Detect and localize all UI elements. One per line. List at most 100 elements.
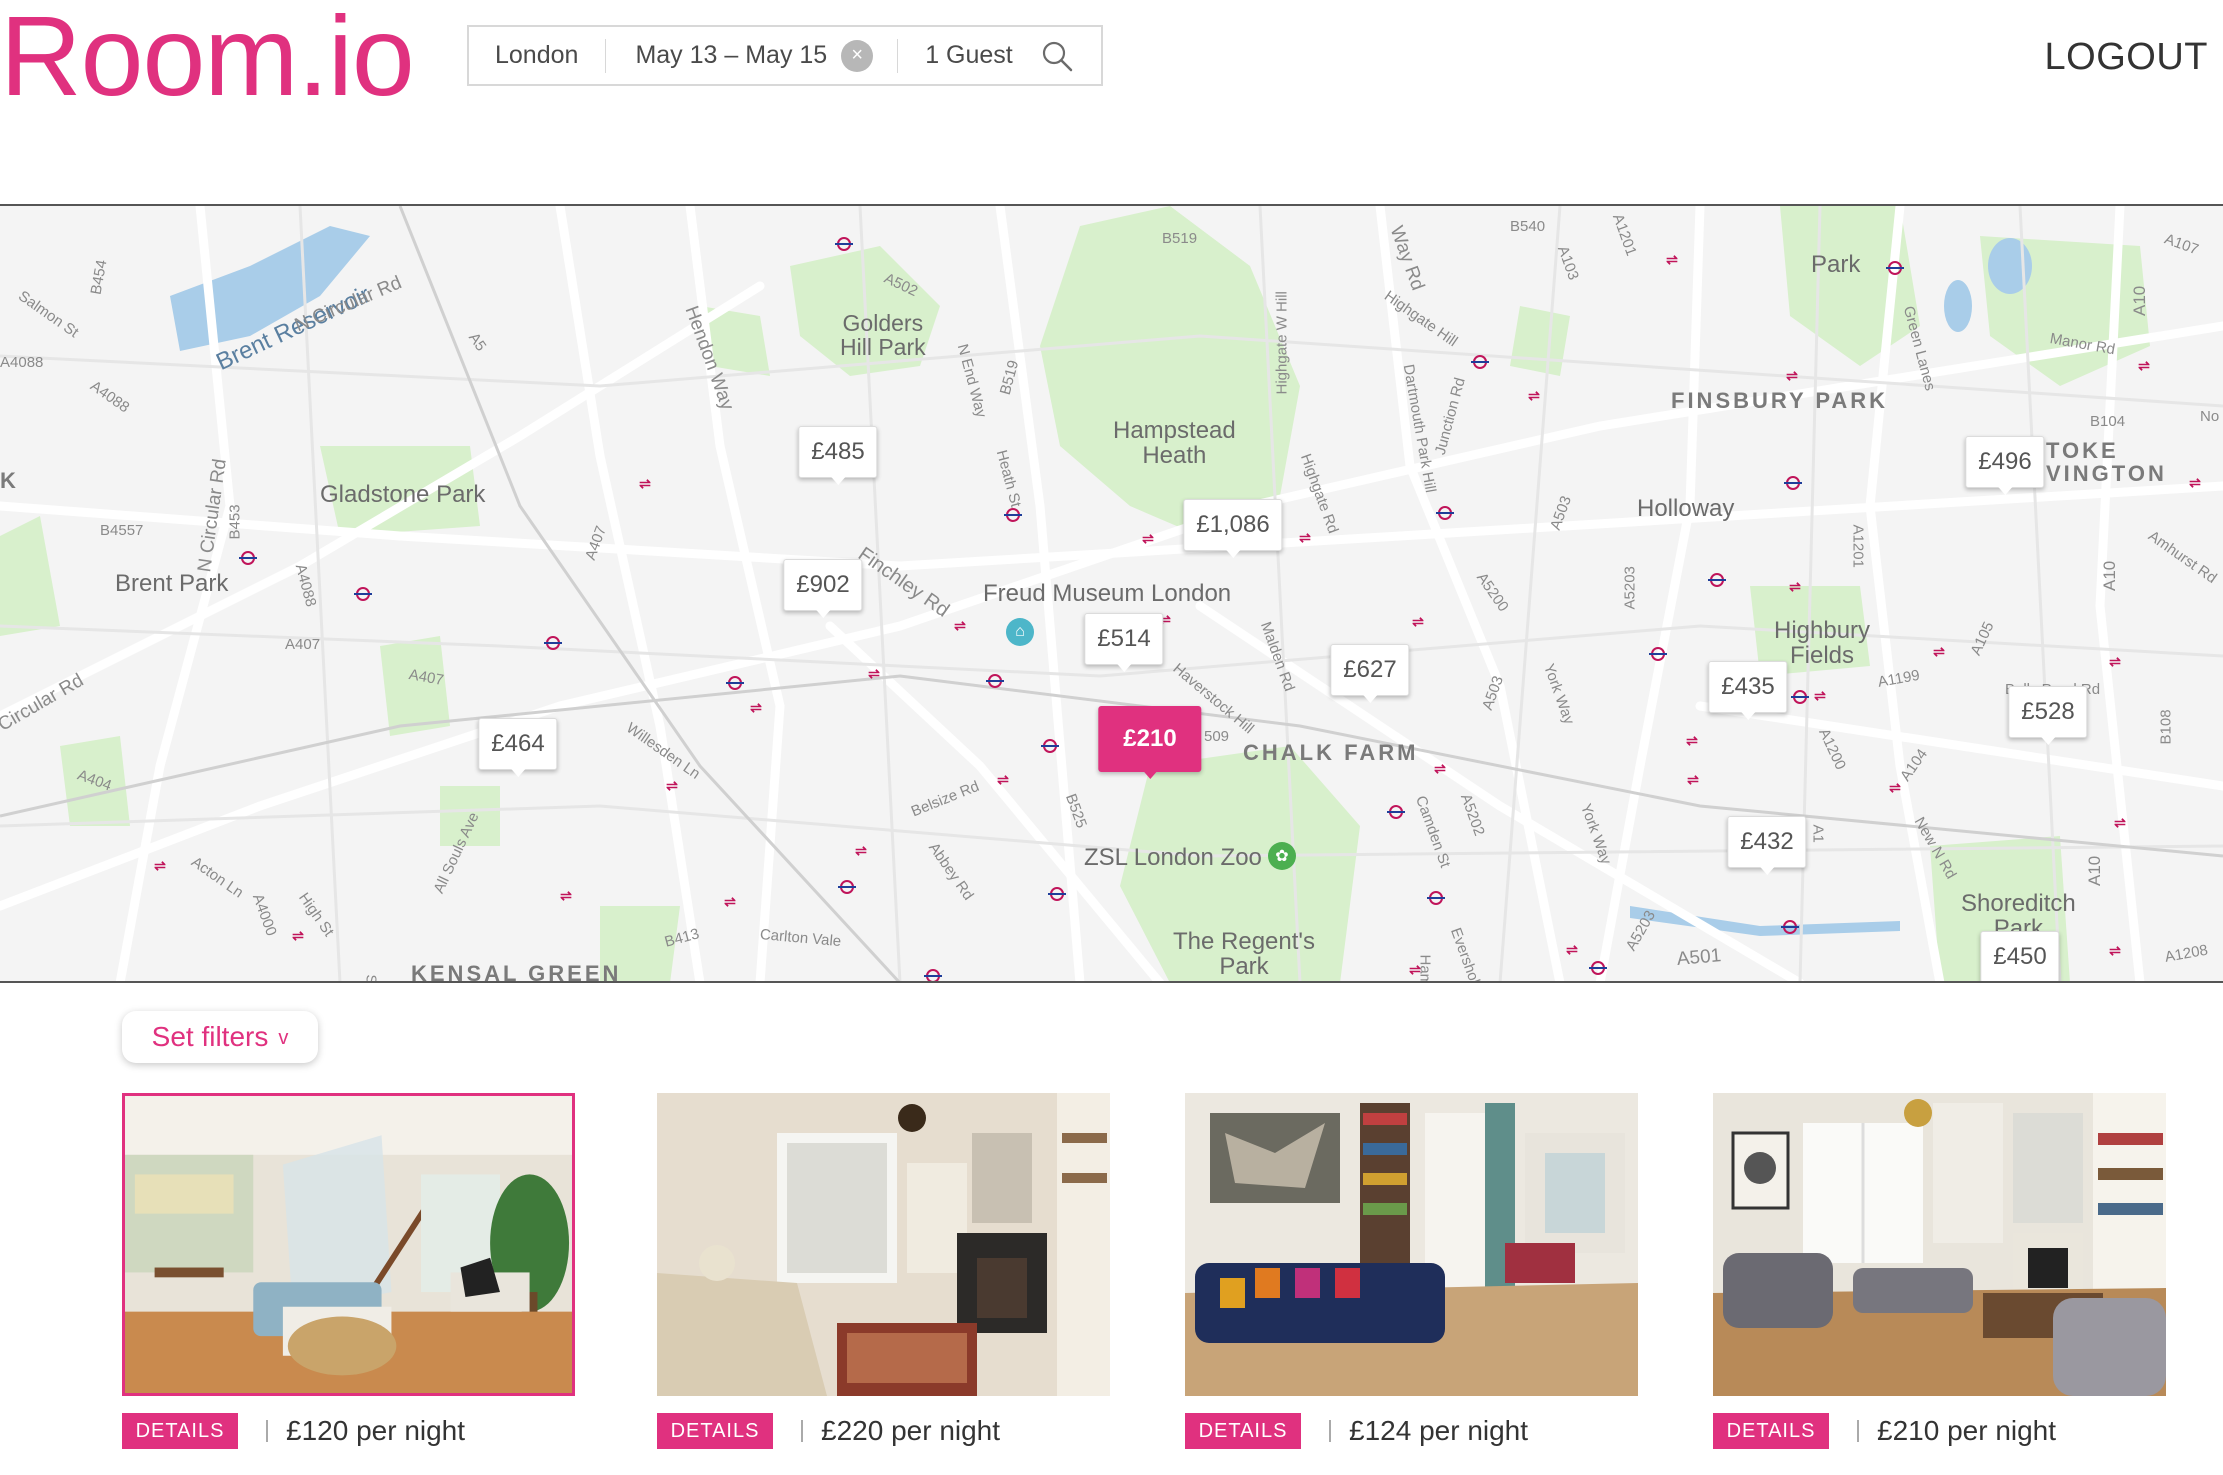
date-range-field[interactable]: May 13 – May 15 × <box>606 27 897 84</box>
price-pin[interactable]: £464 <box>478 718 558 777</box>
road-label: A5203 <box>1621 566 1639 610</box>
rail-station-icon: ⇌ <box>855 842 867 859</box>
price-pin[interactable]: £528 <box>2008 686 2088 745</box>
price-pin[interactable]: £627 <box>1330 644 1410 703</box>
map-label-edge: K <box>0 468 19 493</box>
details-button[interactable]: DETAILS <box>122 1413 238 1449</box>
rail-station-icon: ⇌ <box>1666 251 1678 268</box>
rail-station-icon: ⇌ <box>1434 760 1446 777</box>
rail-station-icon: ⇌ <box>868 665 880 682</box>
tube-station-icon <box>838 880 856 894</box>
price-pin[interactable]: £1,086 <box>1183 499 1283 558</box>
map[interactable]: Golders Hill Park Hampstead Heath Gladston… <box>0 206 2223 983</box>
search-bar[interactable]: London May 13 – May 15 × 1 Guest <box>467 25 1103 86</box>
map-label-hampstead-heath: Hampstead Heath <box>1113 417 1236 470</box>
road-label: A4088 <box>0 354 44 371</box>
road-label: A501 <box>1676 945 1723 970</box>
rail-station-icon: ⇌ <box>1933 643 1945 660</box>
rail-station-icon: ⇌ <box>954 617 966 634</box>
rail-station-icon: ⇌ <box>1566 941 1578 958</box>
tube-station-icon <box>544 636 562 650</box>
price-separator <box>1329 1420 1331 1442</box>
location-value: London <box>495 41 579 69</box>
tube-station-icon <box>1886 261 1904 275</box>
road-label: B519 <box>1162 230 1198 247</box>
rail-station-icon: ⇌ <box>2114 814 2126 831</box>
date-range-value: May 13 – May 15 <box>635 41 828 69</box>
listing-photo[interactable] <box>1185 1093 1638 1396</box>
chevron-down-icon: v <box>278 1026 289 1049</box>
road-label: A10 <box>2085 855 2104 886</box>
guests-value: 1 Guest <box>925 41 1013 69</box>
price-pin[interactable]: £514 <box>1084 613 1164 672</box>
listing-card[interactable]: DETAILS £220 per night <box>657 1093 1112 1449</box>
price-pin[interactable]: £496 <box>1965 436 2045 495</box>
tube-station-icon <box>1048 887 1066 901</box>
listing-photo[interactable] <box>1713 1093 2166 1396</box>
listing-price: £210 per night <box>1877 1415 2057 1446</box>
price-pin[interactable]: £485 <box>798 426 878 485</box>
rail-station-icon: ⇌ <box>560 887 572 904</box>
map-label-zsl-zoo: ZSL London Zoo <box>1084 844 1262 871</box>
rail-station-icon: ⇌ <box>292 927 304 944</box>
rail-station-icon: ⇌ <box>1687 771 1699 788</box>
map-label-gladstone-park: Gladstone Park <box>320 481 486 508</box>
road-label: B4557 <box>100 522 144 539</box>
logout-button[interactable]: LOGOUT <box>2045 36 2208 79</box>
rail-station-icon: ⇌ <box>1528 387 1540 404</box>
map-label-brent-park: Brent Park <box>115 570 229 597</box>
app-logo[interactable]: Room.io <box>0 0 415 118</box>
rail-station-icon: ⇌ <box>639 475 651 492</box>
search-icon[interactable] <box>1039 38 1075 74</box>
tube-station-icon <box>354 587 372 601</box>
price-pin[interactable]: £435 <box>1708 661 1788 720</box>
museum-icon[interactable]: ⌂ <box>1006 618 1034 646</box>
price-separator <box>266 1420 268 1442</box>
details-button[interactable]: DETAILS <box>657 1413 773 1449</box>
road-label: B540 <box>1510 218 1546 235</box>
guests-field[interactable]: 1 Guest <box>898 27 1075 84</box>
tube-station-icon <box>1708 573 1726 587</box>
map-label-stoke-newington: TOKE VINGTON <box>2046 438 2167 487</box>
tube-station-icon <box>1436 506 1454 520</box>
rail-station-icon: ⇌ <box>1814 687 1826 704</box>
tube-station-icon <box>1471 355 1489 369</box>
price-pin[interactable]: £450 <box>1980 931 2060 981</box>
set-filters-label: Set filters <box>151 1021 269 1052</box>
listing-price: £220 per night <box>821 1415 1001 1446</box>
road-label: A407 <box>285 636 321 653</box>
details-button[interactable]: DETAILS <box>1713 1413 1829 1449</box>
zoo-icon[interactable]: ✿ <box>1268 842 1296 870</box>
clear-dates-icon[interactable]: × <box>841 39 874 72</box>
details-button[interactable]: DETAILS <box>1185 1413 1301 1449</box>
price-pin[interactable]: £432 <box>1727 816 1807 875</box>
listing-price: £120 per night <box>286 1415 466 1446</box>
map-label-kensal-green: KENSAL GREEN <box>411 961 622 983</box>
rail-station-icon: ⇌ <box>750 699 762 716</box>
price-pin[interactable]: £902 <box>783 559 863 618</box>
tube-station-icon <box>1004 508 1022 522</box>
rail-station-icon: ⇌ <box>1686 732 1698 749</box>
rail-station-icon: ⇌ <box>1299 529 1311 546</box>
listing-photo[interactable] <box>122 1093 575 1396</box>
location-field[interactable]: London <box>469 27 605 84</box>
road-label: 509 <box>1204 728 1230 745</box>
road-label: Highgate W Hill <box>1273 291 1291 395</box>
price-pin-selected[interactable]: £210 <box>1098 706 1202 779</box>
listing-card[interactable]: DETAILS £210 per night <box>1713 1093 2168 1449</box>
road-label: A10 <box>2130 285 2149 316</box>
listing-photo[interactable] <box>657 1093 1110 1396</box>
set-filters-button[interactable]: Set filters v <box>122 1011 318 1063</box>
tube-station-icon <box>1387 805 1405 819</box>
rail-station-icon: ⇌ <box>1142 530 1154 547</box>
map-label-holloway: Holloway <box>1637 495 1735 522</box>
listing-card[interactable]: DETAILS £124 per night <box>1185 1093 1640 1449</box>
rail-station-icon: ⇌ <box>1789 578 1801 595</box>
rail-station-icon: ⇌ <box>666 777 678 794</box>
road-label: A10 <box>2100 560 2119 591</box>
tube-station-icon <box>986 674 1004 688</box>
tube-station-icon <box>1784 476 1802 490</box>
listing-card[interactable]: DETAILS £120 per night <box>122 1093 577 1449</box>
rail-station-icon: ⇌ <box>1889 779 1901 796</box>
map-label-highbury-fields: Highbury Fields <box>1774 617 1871 670</box>
